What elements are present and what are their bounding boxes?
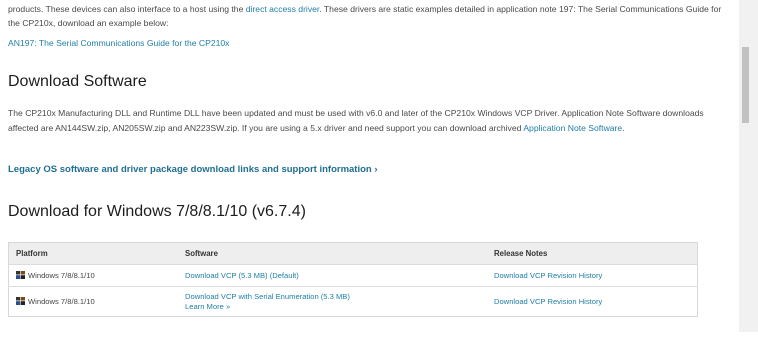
page-content: products. These devices can also interfa… <box>0 0 738 342</box>
download-vcp-serial-enum-link[interactable]: Download VCP with Serial Enumeration (5.… <box>185 292 487 302</box>
paragraph-end: . <box>622 122 625 133</box>
an197-link[interactable]: AN197: The Serial Communications Guide f… <box>8 38 229 48</box>
download-software-heading: Download Software <box>8 73 147 90</box>
learn-more-link[interactable]: Learn More » <box>185 302 487 312</box>
table-row: Windows 7/8/8.1/10 Download VCP (5.3 MB)… <box>8 264 698 287</box>
platform-cell: Windows 7/8/8.1/10 <box>8 286 178 317</box>
software-cell: Download VCP with Serial Enumeration (5.… <box>178 286 487 317</box>
platform-label: Windows 7/8/8.1/10 <box>28 271 95 280</box>
revision-history-link[interactable]: Download VCP Revision History <box>494 271 602 280</box>
table-row: Windows 7/8/8.1/10 Download VCP with Ser… <box>8 286 698 317</box>
windows-download-heading: Download for Windows 7/8/8.1/10 (v6.7.4) <box>8 203 306 220</box>
application-note-software-link[interactable]: Application Note Software <box>523 123 622 133</box>
revision-history-link[interactable]: Download VCP Revision History <box>494 297 602 306</box>
windows-icon <box>16 297 25 305</box>
legacy-section: Legacy OS software and driver package do… <box>8 164 378 175</box>
scrollbar-thumb[interactable] <box>742 47 749 123</box>
downloads-table: Platform Software Release Notes Windows … <box>8 242 698 317</box>
windows-icon <box>16 271 25 279</box>
intro-text-before: products. These devices can also interfa… <box>8 4 246 14</box>
notes-cell: Download VCP Revision History <box>487 264 698 287</box>
platform-label: Windows 7/8/8.1/10 <box>28 297 95 306</box>
col-software: Software <box>178 242 487 265</box>
download-software-paragraph: The CP210x Manufacturing DLL and Runtime… <box>8 106 728 135</box>
direct-access-driver-link[interactable]: direct access driver <box>246 4 320 14</box>
table-header-row: Platform Software Release Notes <box>8 242 698 265</box>
col-platform: Platform <box>8 242 178 265</box>
notes-cell: Download VCP Revision History <box>487 286 698 317</box>
legacy-os-link[interactable]: Legacy OS software and driver package do… <box>8 164 378 175</box>
software-cell: Download VCP (5.3 MB) (Default) <box>178 264 487 287</box>
download-vcp-link[interactable]: Download VCP (5.3 MB) (Default) <box>185 271 299 280</box>
intro-text: products. These devices can also interfa… <box>8 2 728 30</box>
col-release-notes: Release Notes <box>487 242 698 265</box>
platform-cell: Windows 7/8/8.1/10 <box>8 264 178 287</box>
